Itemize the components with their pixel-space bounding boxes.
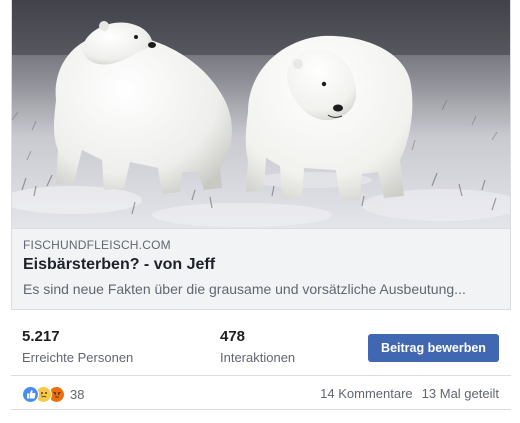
engagement-label: Interaktionen bbox=[220, 350, 296, 365]
link-title[interactable]: Eisbärsterben? - von Jeff bbox=[23, 256, 215, 274]
comments-count-link[interactable]: 14 Kommentare bbox=[320, 386, 413, 401]
reach-label: Erreichte Personen bbox=[22, 350, 134, 365]
engagement-stat[interactable]: 478 Interaktionen bbox=[220, 328, 295, 365]
engagement-value: 478 bbox=[220, 328, 246, 345]
link-domain: FISCHUNDFLEISCH.COM bbox=[23, 238, 171, 252]
like-icon bbox=[22, 385, 39, 403]
link-preview[interactable]: FISCHUNDFLEISCH.COM Eisbärsterben? - von… bbox=[11, 0, 511, 310]
link-preview-image[interactable] bbox=[12, 0, 510, 228]
reaction-count: 38 bbox=[70, 386, 85, 402]
link-description: Es sind neue Fakten über die grausame un… bbox=[23, 281, 466, 297]
feedback-bar: 38 14 Kommentare 13 Mal geteilt bbox=[11, 377, 511, 410]
post-insights: 5.217 Erreichte Personen 478 Interaktion… bbox=[11, 318, 511, 376]
shares-count-link[interactable]: 13 Mal geteilt bbox=[422, 386, 499, 401]
reactions-summary[interactable]: 38 bbox=[22, 385, 84, 403]
boost-post-button[interactable]: Beitrag bewerben bbox=[368, 334, 499, 362]
reach-stat[interactable]: 5.217 Erreichte Personen bbox=[22, 328, 133, 365]
post-card: FISCHUNDFLEISCH.COM Eisbärsterben? - von… bbox=[0, 0, 520, 423]
reach-value: 5.217 bbox=[22, 328, 60, 345]
link-meta[interactable]: FISCHUNDFLEISCH.COM Eisbärsterben? - von… bbox=[12, 228, 510, 309]
engagement-counts: 14 Kommentare 13 Mal geteilt bbox=[320, 386, 499, 401]
